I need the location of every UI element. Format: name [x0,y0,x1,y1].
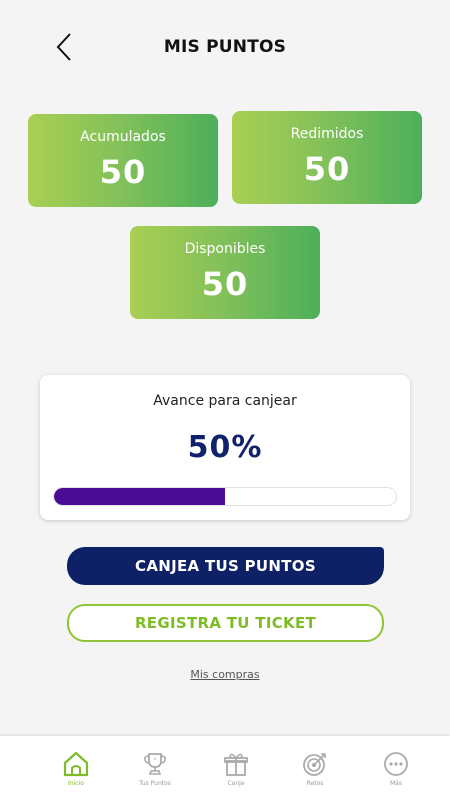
points-card-accumulated: Acumulados 50 [28,114,218,207]
card-label: Acumulados [80,129,166,145]
nav-label: Retos [306,780,324,787]
trophy-icon [144,753,166,775]
page-title: MIS PUNTOS [163,37,287,57]
more-icon [384,752,408,776]
card-label: Disponibles [184,241,266,257]
nav-item-points[interactable]: Tus Puntos [125,750,185,787]
redeem-points-button[interactable]: CANJEA TUS PUNTOS [67,547,384,585]
progress-percent: 50% [187,430,263,465]
register-ticket-button[interactable]: REGISTRA TU TICKET [67,604,384,642]
header: MIS PUNTOS [0,0,450,96]
home-icon [63,751,89,777]
target-icon [303,753,326,776]
card-value: 50 [99,153,147,191]
nav-label: Tus Puntos [139,780,171,787]
nav-item-home[interactable]: Inicio [46,750,106,787]
my-purchases-link-row: Mis compras [0,668,450,681]
progress-title: Avance para canjear [153,393,297,409]
nav-item-redeem[interactable]: Canje [206,750,266,787]
nav-label: Canje [227,780,245,787]
card-label: Redimidos [290,126,364,142]
nav-label: Más [390,780,402,787]
my-purchases-link[interactable]: Mis compras [190,668,259,681]
card-value: 50 [201,265,249,303]
gift-icon [224,753,248,776]
nav-label: Inicio [68,780,84,787]
points-card-available: Disponibles 50 [130,226,320,319]
nav-item-challenges[interactable]: Retos [285,750,345,787]
progress-bar-fill [54,488,225,505]
nav-item-more[interactable]: Más [366,750,426,787]
card-value: 50 [303,150,351,188]
bottom-nav: Inicio Tus Puntos Canje Retos Más [0,736,450,800]
progress-card: Avance para canjear 50% [40,375,410,520]
points-card-redeemed: Redimidos 50 [232,111,422,204]
progress-bar [53,487,397,506]
